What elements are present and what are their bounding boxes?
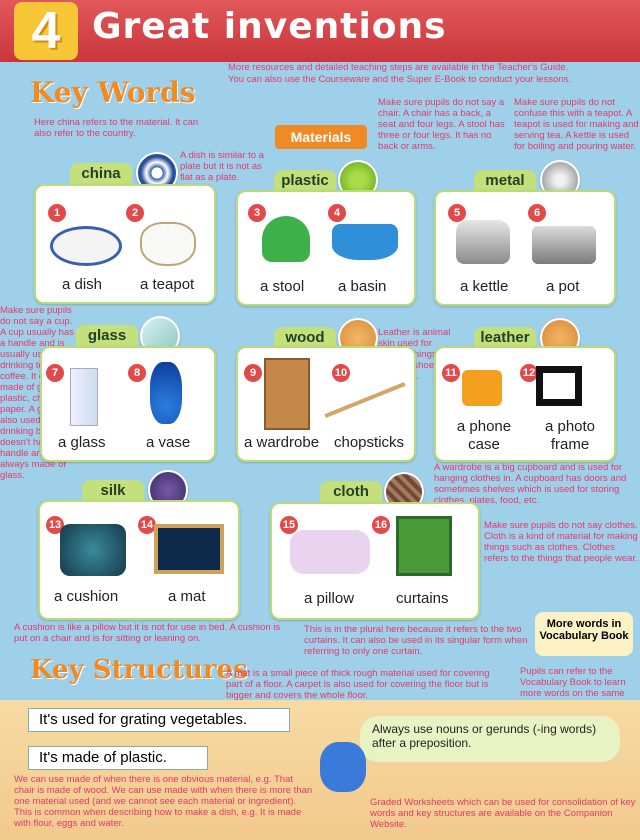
structure-made-of: It's made of plastic.: [28, 746, 208, 770]
word-basin: a basin: [338, 278, 387, 295]
word-wardrobe: a wardrobe: [244, 434, 320, 451]
word-glass: a glass: [58, 434, 106, 451]
photo-frame-icon: [536, 366, 582, 406]
note-made-of: We can use made of when there is one obv…: [14, 774, 313, 829]
tag-glass: glass: [76, 325, 138, 347]
teacher-note-1: More resources and detailed teaching ste…: [228, 62, 569, 73]
curtains-icon: [396, 516, 452, 576]
pillow-icon: [290, 530, 370, 574]
item-number: 15: [280, 516, 298, 534]
note-clothes: Make sure pupils do not say clothes. Clo…: [484, 520, 638, 564]
word-curtains: curtains: [396, 590, 449, 607]
dish-icon: [50, 226, 122, 266]
word-chopsticks: chopsticks: [334, 434, 405, 451]
basin-icon: [332, 224, 398, 260]
note-cushion: A cushion is like a pillow but it is not…: [14, 622, 281, 644]
tag-plastic: plastic: [274, 170, 336, 192]
item-number: 2: [126, 204, 144, 222]
stool-icon: [262, 216, 310, 262]
phone-case-icon: [462, 370, 502, 406]
key-words-heading: Key Words: [30, 76, 196, 109]
item-number: 11: [442, 364, 460, 382]
item-number: 4: [328, 204, 346, 222]
note-wardrobe: A wardrobe is a big cupboard and is used…: [434, 462, 627, 506]
pot-icon: [532, 226, 596, 264]
word-kettle: a kettle: [460, 278, 509, 295]
tag-metal: metal: [474, 170, 536, 192]
mascot-icon: [320, 742, 366, 792]
note-mat: A mat is a small piece of thick rough ma…: [226, 668, 490, 701]
key-structures-heading: Key Structures: [30, 655, 248, 685]
kettle-icon: [456, 220, 510, 264]
item-number: 1: [48, 204, 66, 222]
note-curtains: This is in the plural here because it re…: [304, 624, 528, 657]
word-photo-frame: a photo frame: [544, 418, 596, 453]
word-cushion: a cushion: [54, 588, 119, 605]
word-stool: a stool: [260, 278, 305, 295]
materials-label: Materials: [275, 125, 367, 149]
mat-icon: [154, 524, 224, 574]
teapot-icon: [140, 222, 196, 266]
vocabulary-book-badge: More words in Vocabulary Book: [535, 612, 633, 656]
glass-cup-icon: [70, 368, 98, 426]
unit-number: 4: [14, 2, 78, 60]
word-teapot: a teapot: [140, 276, 195, 293]
item-number: 10: [332, 364, 350, 382]
page-title: Great inventions: [92, 6, 447, 47]
note-graded: Graded Worksheets which can be used for …: [370, 797, 636, 830]
tag-silk: silk: [82, 480, 144, 502]
item-number: 8: [128, 364, 146, 382]
item-number: 5: [448, 204, 466, 222]
word-pillow: a pillow: [304, 590, 355, 607]
word-phone-case: a phone case: [456, 418, 512, 453]
word-vase: a vase: [146, 434, 191, 451]
word-pot: a pot: [546, 278, 580, 295]
note-dish: A dish is similar to a plate but it is n…: [180, 150, 264, 183]
note-teapot: Make sure pupils do not confuse this wit…: [514, 97, 639, 152]
word-dish: a dish: [62, 276, 103, 293]
teacher-note-2: You can also use the Courseware and the …: [228, 74, 571, 85]
tag-cloth: cloth: [320, 481, 382, 503]
tag-china: china: [70, 163, 132, 185]
structure-used-for: It's used for grating vegetables.: [28, 708, 290, 732]
item-number: 9: [244, 364, 262, 382]
item-number: 6: [528, 204, 546, 222]
vase-icon: [150, 362, 182, 424]
word-mat: a mat: [168, 588, 206, 605]
item-number: 16: [372, 516, 390, 534]
item-number: 3: [248, 204, 266, 222]
note-china: Here china refers to the material. It ca…: [34, 117, 199, 139]
wardrobe-icon: [264, 358, 310, 430]
note-chair: Make sure pupils do not say a chair. A c…: [378, 97, 505, 152]
item-number: 7: [46, 364, 64, 382]
preposition-tip: Always use nouns or gerunds (-ing words)…: [360, 716, 620, 762]
cushion-icon: [60, 524, 126, 576]
